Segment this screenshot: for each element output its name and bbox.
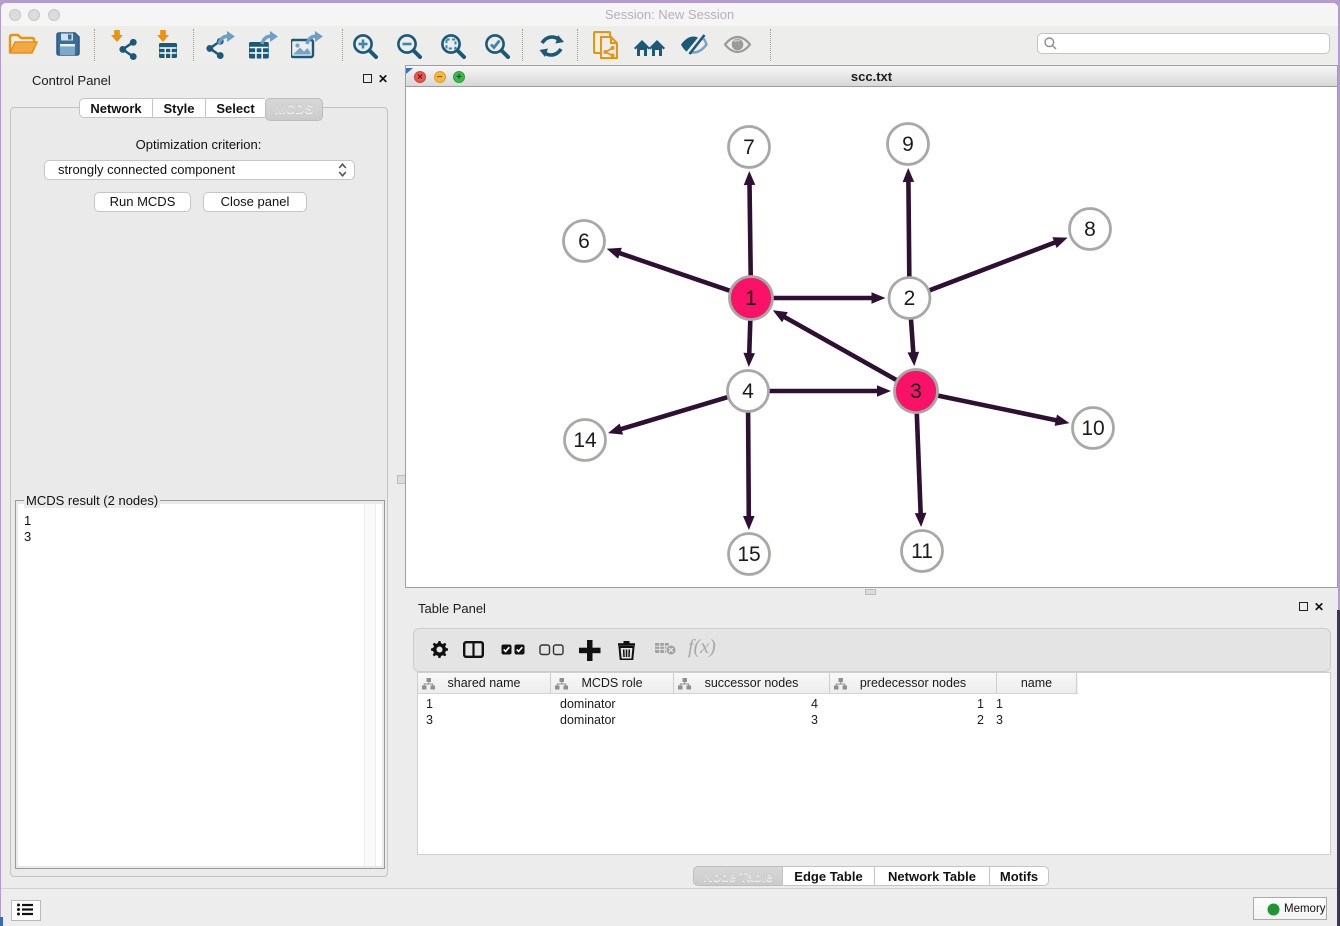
svg-text:4: 4 xyxy=(742,380,754,403)
svg-text:11: 11 xyxy=(911,540,933,563)
svg-text:10: 10 xyxy=(1081,417,1104,440)
svg-text:6: 6 xyxy=(578,230,590,253)
svg-text:3: 3 xyxy=(910,380,922,403)
svg-text:2: 2 xyxy=(904,287,916,310)
svg-text:14: 14 xyxy=(573,429,597,452)
svg-text:9: 9 xyxy=(902,133,914,156)
svg-text:8: 8 xyxy=(1084,218,1096,241)
svg-text:1: 1 xyxy=(745,287,757,310)
svg-text:7: 7 xyxy=(743,136,755,159)
svg-text:15: 15 xyxy=(737,543,760,566)
